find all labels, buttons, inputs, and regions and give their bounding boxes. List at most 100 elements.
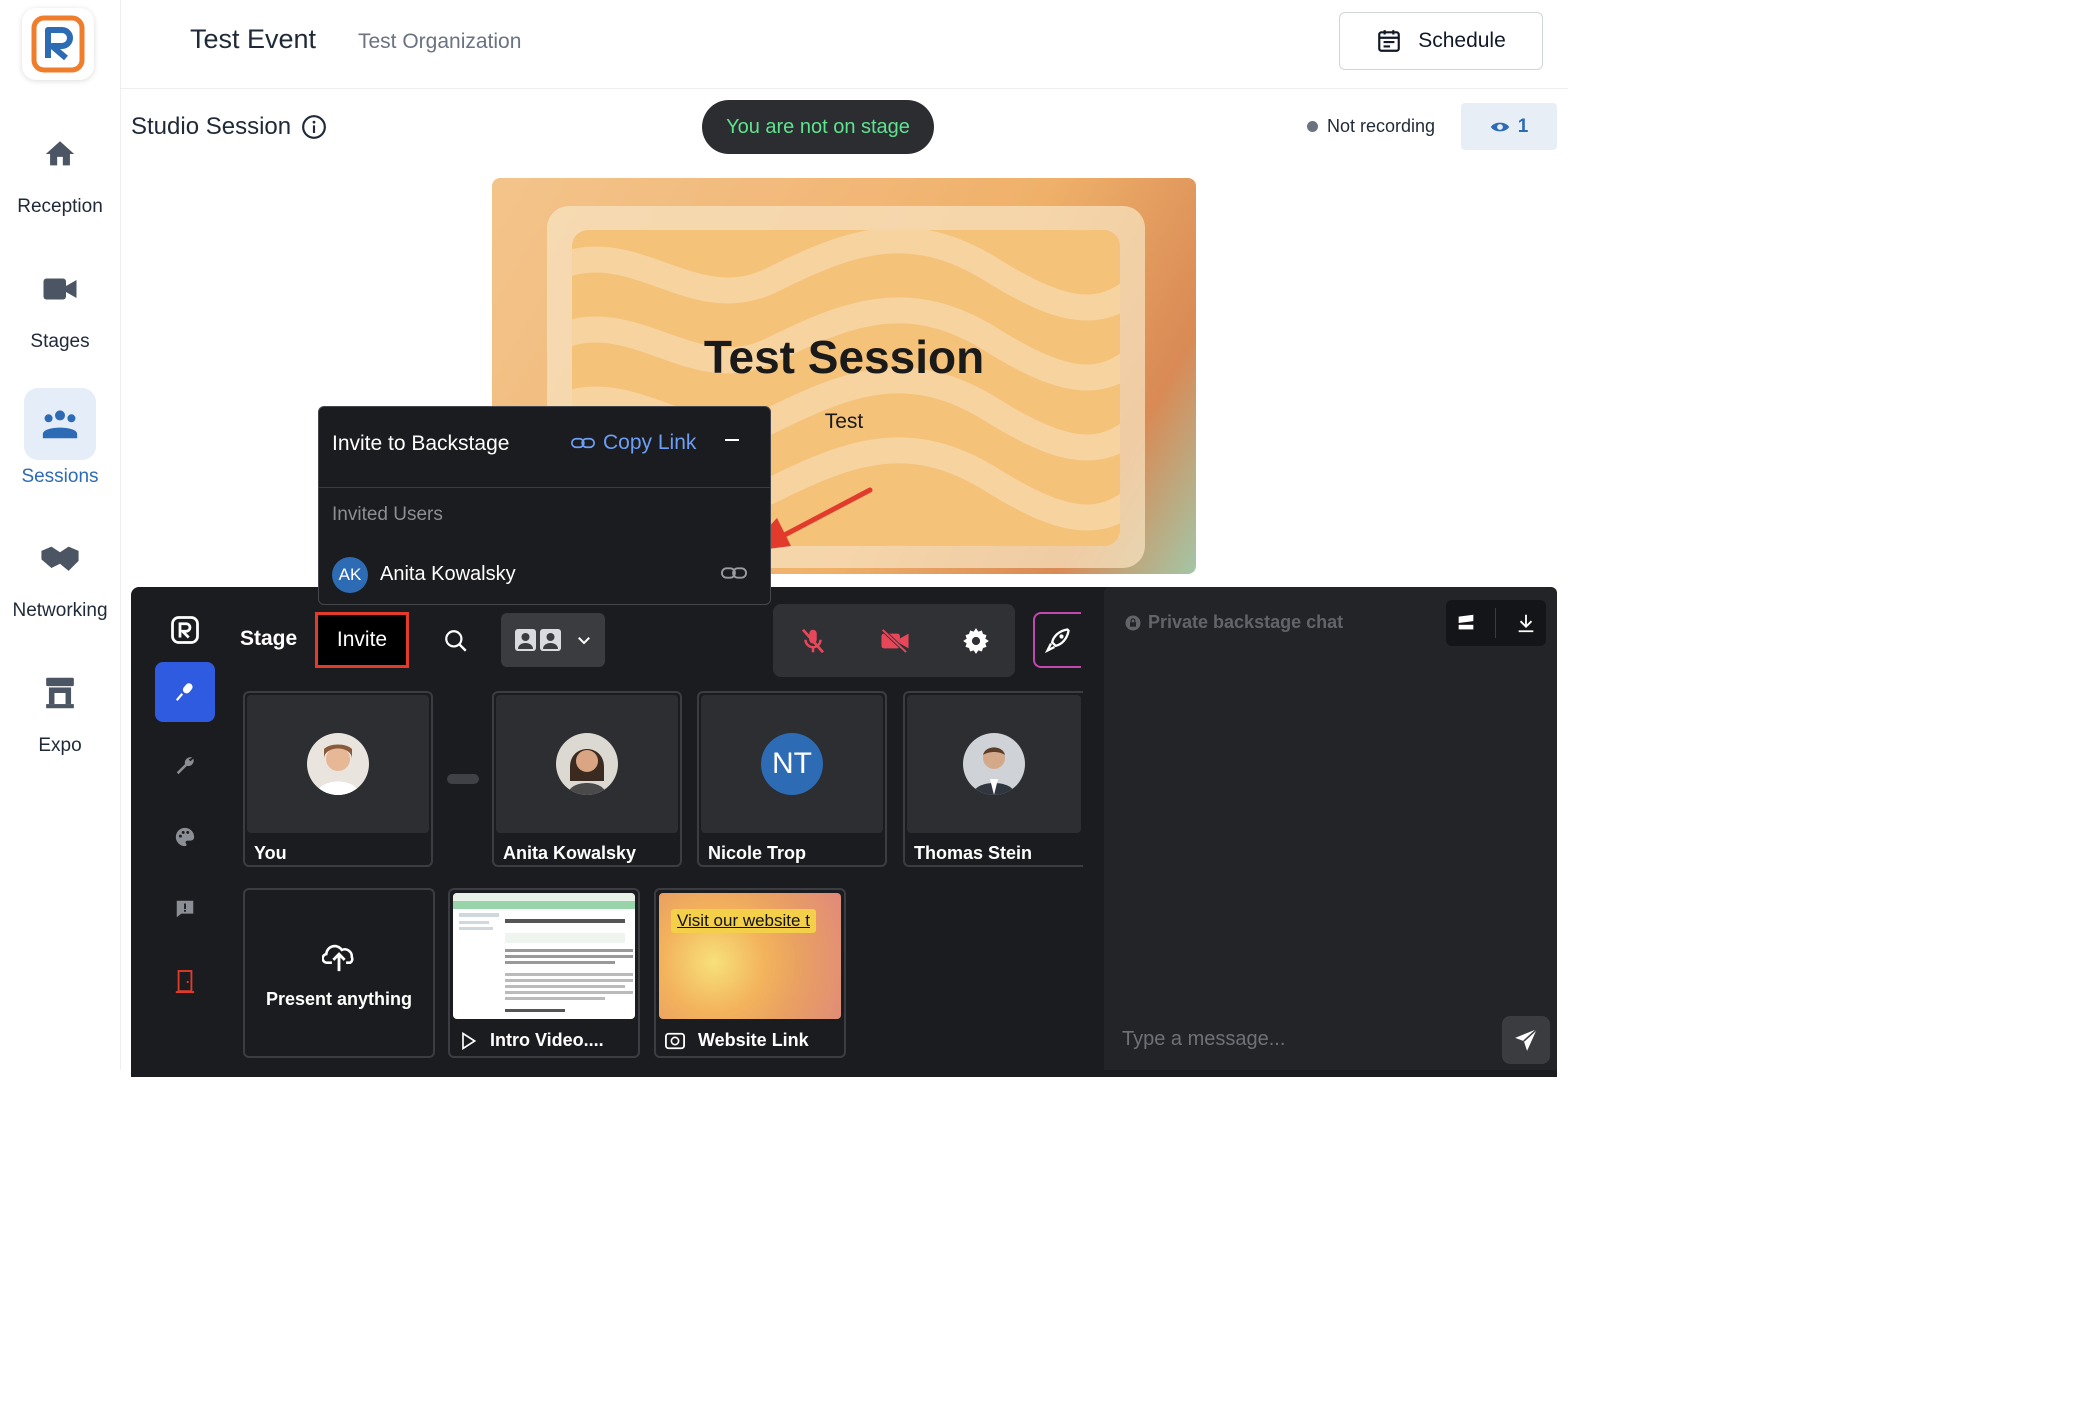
sidebar-microphone[interactable] <box>155 662 215 722</box>
recording-status-text: Not recording <box>1327 116 1436 136</box>
info-icon[interactable] <box>301 114 327 140</box>
layout-selector[interactable] <box>501 613 605 667</box>
participant-tile-anita[interactable]: Anita Kowalsky <box>492 691 682 867</box>
minus-icon <box>725 439 739 441</box>
media-caption: Intro Video.... <box>450 1022 638 1051</box>
nav-item-stages[interactable]: Stages <box>0 253 120 353</box>
settings-gear-icon[interactable] <box>962 627 990 655</box>
play-icon <box>462 1031 477 1050</box>
nav-label: Networking <box>12 600 108 621</box>
feedback-icon <box>176 900 194 918</box>
wrench-icon <box>176 757 194 775</box>
chevron-down-icon <box>577 637 590 645</box>
search-icon <box>445 630 467 652</box>
media-caption-text: Intro Video.... <box>490 1030 604 1050</box>
media-item-website-link[interactable]: Visit our website t Website Link <box>654 888 846 1058</box>
search-button[interactable] <box>443 628 469 659</box>
recording-dot-icon <box>1307 121 1318 132</box>
sidebar-tools[interactable] <box>155 735 215 795</box>
tools-divider <box>1495 608 1497 638</box>
invited-user-name: Anita Kowalsky <box>380 563 516 585</box>
sidebar-leave[interactable] <box>155 952 215 1012</box>
schedule-button[interactable]: Schedule <box>1339 12 1543 70</box>
chat-message-input[interactable]: Type a message... <box>1122 1028 1285 1051</box>
slide-title: Test Session <box>703 331 985 383</box>
participant-name: Thomas Stein <box>914 843 1033 863</box>
viewer-count: 1 <box>1517 115 1529 137</box>
participant-video: NT <box>701 695 883 833</box>
nav-label: Sessions <box>21 466 99 487</box>
layout-icon <box>514 629 561 651</box>
header-divider <box>120 88 1568 89</box>
website-banner: Visit our website t <box>671 909 816 933</box>
microphone-muted-icon[interactable] <box>798 626 828 656</box>
session-title: Studio Session <box>131 113 327 141</box>
sidebar-theme[interactable] <box>155 807 215 867</box>
divider-handle[interactable] <box>447 774 479 784</box>
participant-name: You <box>254 843 287 863</box>
backstage-chat <box>1104 587 1557 1070</box>
participant-tile-thomas[interactable]: Thomas Stein <box>903 691 1083 867</box>
chat-header: Private backstage chat <box>1124 612 1343 633</box>
media-controls <box>773 604 1015 677</box>
chat-header-text: Private backstage chat <box>1148 612 1344 632</box>
chat-tools <box>1446 600 1546 646</box>
exit-door-icon <box>175 970 195 993</box>
copy-user-link-button[interactable] <box>721 565 747 586</box>
avatar-photo-anita <box>556 733 618 795</box>
sidebar-feedback[interactable] <box>155 879 215 939</box>
invite-to-backstage-popup: Invite to Backstage Copy Link Invited Us… <box>318 406 771 605</box>
camera-off-icon[interactable] <box>879 626 911 656</box>
nav-item-expo[interactable]: Expo <box>0 657 120 757</box>
organization-name: Test Organization <box>358 30 522 53</box>
participant-video <box>496 695 678 833</box>
video-camera-icon <box>43 278 77 300</box>
session-title-text: Studio Session <box>131 113 292 140</box>
pin-message-icon[interactable] <box>1455 612 1477 634</box>
invite-button[interactable]: Invite <box>315 612 409 668</box>
microphone-icon <box>175 683 193 701</box>
nav-item-reception[interactable]: Reception <box>0 118 120 218</box>
palette-icon <box>175 827 195 847</box>
send-button[interactable] <box>1502 1016 1550 1064</box>
viewer-count-button[interactable]: 1 <box>1461 103 1557 150</box>
download-icon[interactable] <box>1515 612 1537 634</box>
nav-label: Stages <box>30 331 90 352</box>
popup-title: Invite to Backstage <box>332 432 510 455</box>
avatar-photo-you <box>307 733 369 795</box>
link-icon <box>571 437 595 449</box>
avatar <box>556 733 618 795</box>
stage-label: Stage <box>240 627 298 650</box>
popup-divider <box>319 487 770 488</box>
avatar-photo-thomas <box>963 733 1025 795</box>
copy-link-button[interactable]: Copy Link <box>571 431 696 455</box>
lock-chat-icon <box>1125 615 1141 630</box>
storefront-icon <box>46 677 74 709</box>
participant-tile-nicole[interactable]: NT Nicole Trop <box>697 691 887 867</box>
r-logo-icon <box>171 616 199 644</box>
link-icon <box>721 567 747 579</box>
copy-link-label: Copy Link <box>603 431 697 454</box>
present-anything-button[interactable]: Present anything <box>243 888 435 1058</box>
spreadsheet-preview <box>453 893 635 1012</box>
nav-item-networking[interactable]: Networking <box>0 522 120 622</box>
nav-label: Expo <box>38 735 82 756</box>
handshake-icon <box>41 546 79 571</box>
people-icon <box>42 410 78 439</box>
participant-tile-you[interactable]: You <box>243 691 433 867</box>
app-logo[interactable] <box>22 8 94 80</box>
participant-name: Anita Kowalsky <box>503 843 637 863</box>
go-live-button[interactable] <box>1033 612 1081 668</box>
invited-users-header: Invited Users <box>332 504 443 525</box>
present-label: Present anything <box>265 989 413 1009</box>
schedule-label: Schedule <box>1418 29 1506 52</box>
backstage-logo <box>155 600 215 660</box>
media-item-intro-video[interactable]: Intro Video.... <box>448 888 640 1058</box>
rocket-icon <box>1044 628 1070 654</box>
calendar-icon <box>1378 30 1401 52</box>
nav-item-sessions[interactable]: Sessions <box>0 388 120 488</box>
avatar-initials: NT <box>761 733 823 795</box>
stage-status-pill: You are not on stage <box>702 100 934 154</box>
participant-video <box>247 695 429 833</box>
minimize-popup-button[interactable] <box>723 429 741 455</box>
